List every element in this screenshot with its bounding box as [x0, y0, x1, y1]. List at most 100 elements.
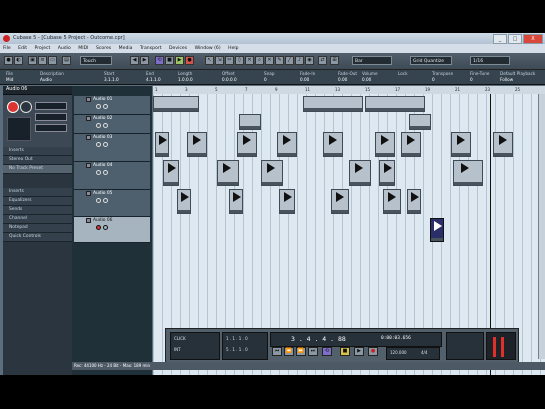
record-enable-icon[interactable]	[96, 142, 101, 147]
monitor-icon[interactable]	[103, 170, 108, 175]
erase-tool-icon[interactable]: ✕	[245, 56, 254, 65]
record-enable-icon[interactable]	[96, 198, 101, 203]
track-name[interactable]: Audio 03	[93, 135, 112, 140]
audio-event[interactable]	[153, 96, 199, 112]
monitor-icon[interactable]	[103, 123, 108, 128]
audio-event[interactable]	[229, 189, 243, 214]
info-value-default-playback[interactable]: Follow	[500, 77, 513, 82]
range-tool-icon[interactable]: ⇲	[215, 56, 224, 65]
close-button[interactable]: X	[523, 34, 543, 44]
audio-event[interactable]	[493, 132, 513, 157]
info-value-fade-in[interactable]: 0.00	[300, 77, 309, 82]
draw-tool-icon[interactable]: ✎	[275, 56, 284, 65]
inspector-tab-inserts[interactable]: Inserts	[3, 188, 72, 197]
selected-audio-event[interactable]	[430, 218, 444, 242]
record-enable-button[interactable]	[7, 101, 19, 113]
inspector-track-name[interactable]: Audio 06	[3, 86, 72, 95]
info-value-description[interactable]: Audio	[40, 77, 52, 82]
stop-button[interactable]: ■	[165, 56, 174, 65]
play-tool-icon[interactable]: ♪	[295, 56, 304, 65]
menu-window[interactable]: Window (6)	[195, 46, 221, 51]
tempo-value[interactable]: 120.000	[390, 350, 407, 355]
track-name[interactable]: Audio 04	[93, 163, 112, 168]
info-value-snap[interactable]: 0	[264, 77, 267, 82]
audio-event[interactable]	[401, 132, 421, 157]
audio-event[interactable]	[349, 160, 371, 186]
audio-event[interactable]	[277, 132, 297, 157]
audio-event[interactable]	[177, 189, 191, 214]
time-signature[interactable]: 4/4	[421, 350, 427, 355]
inspector-section-output[interactable]: Stereo Out	[3, 156, 72, 165]
record-enable-icon[interactable]	[96, 104, 101, 109]
menu-audio[interactable]: Audio	[58, 46, 71, 51]
play-button[interactable]: ▶	[175, 56, 184, 65]
audio-event[interactable]	[261, 160, 283, 186]
automation-mode-select[interactable]: Touch	[80, 56, 112, 65]
grid-type-select[interactable]: Bar	[352, 56, 392, 65]
info-value-start[interactable]: 3.1.1.0	[104, 77, 119, 82]
menu-scores[interactable]: Scores	[96, 46, 111, 51]
audio-event[interactable]	[163, 160, 179, 186]
menu-media[interactable]: Media	[119, 46, 133, 51]
show-pool-button[interactable]: ▤	[62, 56, 71, 65]
info-value-end[interactable]: 4.1.1.0	[146, 77, 161, 82]
snap-type-select[interactable]: Grid Quantize	[410, 56, 452, 65]
rewind-button[interactable]: ⏪	[284, 347, 294, 356]
info-value-transpose[interactable]: 0	[432, 77, 435, 82]
audio-event[interactable]	[379, 160, 395, 186]
constrain-delay-button[interactable]: ◐	[14, 56, 23, 65]
inspector-tab-equalizers[interactable]: Equalizers	[3, 197, 72, 206]
audio-event[interactable]	[331, 189, 349, 214]
info-value-volume[interactable]: 0.00	[362, 77, 371, 82]
transport-rewind-button[interactable]: ◀	[130, 56, 139, 65]
volume-slider[interactable]	[35, 102, 67, 110]
audio-event[interactable]	[237, 132, 257, 157]
menu-midi[interactable]: MIDI	[78, 46, 88, 51]
mute-button[interactable]	[86, 97, 91, 102]
info-value-fade-out[interactable]: 0.00	[338, 77, 347, 82]
info-value-offset[interactable]: 0.0.0.0	[222, 77, 237, 82]
audio-event[interactable]	[155, 132, 169, 157]
glue-tool-icon[interactable]: ◊	[235, 56, 244, 65]
audio-event[interactable]	[365, 96, 425, 112]
object-selection-tool-icon[interactable]: ↖	[205, 56, 214, 65]
autoscroll-button[interactable]: ⇄	[318, 56, 327, 65]
cycle-button[interactable]: ⟲	[155, 56, 164, 65]
track-name[interactable]: Audio 01	[93, 97, 112, 102]
snap-button[interactable]: ⊞	[330, 56, 339, 65]
audio-event[interactable]	[217, 160, 239, 186]
go-to-end-button[interactable]: ⏭	[308, 347, 318, 356]
transport-forward-button[interactable]: ▶	[140, 56, 149, 65]
track-audio-04[interactable]: Audio 04	[74, 162, 150, 190]
input-output-routing[interactable]	[7, 117, 31, 141]
mute-button[interactable]	[86, 163, 91, 168]
sync-label[interactable]: INT	[174, 347, 181, 352]
left-locator[interactable]: 1 . 1 . 1 . 0	[226, 336, 248, 341]
audio-event[interactable]	[383, 189, 401, 214]
audio-event[interactable]	[187, 132, 207, 157]
menu-help[interactable]: Help	[228, 46, 238, 51]
inspector-section-inserts[interactable]: Inserts	[3, 147, 72, 156]
show-inspector-button[interactable]: ▣	[28, 56, 37, 65]
inspector-tab-notepad[interactable]: Notepad	[3, 224, 72, 233]
transport-play-button[interactable]: ▶	[354, 347, 364, 356]
monitor-button[interactable]	[20, 101, 32, 113]
quantize-preset-select[interactable]: 1/16	[470, 56, 510, 65]
activate-project-button[interactable]: ●	[4, 56, 13, 65]
delay-slider[interactable]	[35, 124, 67, 132]
inspector-tab-channel[interactable]: Channel	[3, 215, 72, 224]
record-button[interactable]: ●	[185, 56, 194, 65]
transport-cycle-button[interactable]: ⟲	[322, 347, 332, 356]
go-to-start-button[interactable]: ⏮	[272, 347, 282, 356]
info-value-fine-tune[interactable]: 0	[470, 77, 473, 82]
monitor-icon[interactable]	[103, 104, 108, 109]
primary-time-display[interactable]: 3 . 4 . 4 . 88	[291, 335, 346, 343]
audio-event[interactable]	[279, 189, 295, 214]
record-enable-icon[interactable]	[96, 123, 101, 128]
transport-stop-button[interactable]: ■	[340, 347, 350, 356]
fast-forward-button[interactable]: ⏩	[296, 347, 306, 356]
transport-record-button[interactable]: ●	[368, 347, 378, 356]
right-locator[interactable]: 5 . 1 . 1 . 0	[226, 347, 248, 352]
track-audio-02[interactable]: Audio 02	[74, 115, 150, 134]
mute-button[interactable]	[86, 116, 91, 121]
